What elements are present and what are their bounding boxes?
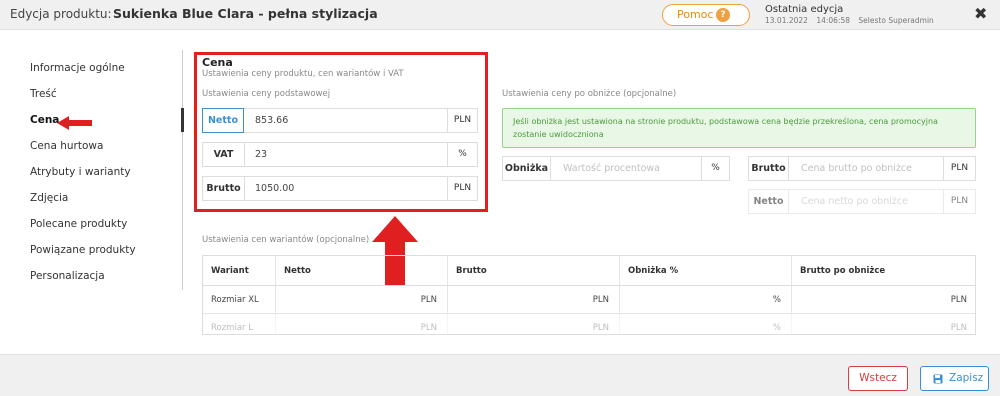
page-footer: Wstecz Zapisz xyxy=(0,354,1000,396)
col-brutto: Brutto xyxy=(447,256,619,285)
sidebar-item-attributes[interactable]: Atrybuty i warianty xyxy=(30,166,131,178)
col-discount: Obniżka % xyxy=(619,256,791,285)
discount-brutto-input[interactable]: Cena brutto po obniżce xyxy=(801,157,912,180)
variant-name: Rozmiar XL xyxy=(211,295,259,305)
sidebar-item-photos[interactable]: Zdjęcia xyxy=(30,192,68,204)
variant-netto-input[interactable]: PLN xyxy=(275,286,447,313)
variants-table-header: Wariant Netto Brutto Obniżka % Brutto po… xyxy=(203,256,975,286)
variant-discount-input[interactable]: % xyxy=(619,314,791,334)
table-row: Rozmiar L PLN PLN % PLN xyxy=(203,314,975,334)
discount-percent-unit: % xyxy=(701,157,729,180)
last-edit-time: 14:06:58 xyxy=(816,16,851,25)
discount-percent-field[interactable]: Obniżka Wartość procentowa % xyxy=(502,156,730,181)
save-label: Zapisz xyxy=(949,372,984,384)
save-button[interactable]: Zapisz xyxy=(920,366,989,391)
sidebar-item-general[interactable]: Informacje ogólne xyxy=(30,62,125,74)
sidebar-item-wholesale-price[interactable]: Cena hurtowa xyxy=(30,140,103,152)
sidebar-active-indicator xyxy=(181,108,184,132)
sidebar-divider xyxy=(182,50,183,290)
discount-percent-label: Obniżka xyxy=(503,157,551,180)
sidebar-item-recommended[interactable]: Polecane produkty xyxy=(30,218,127,230)
col-brutto-discount: Brutto po obniżce xyxy=(791,256,975,285)
discount-netto-field[interactable]: Netto Cena netto po obniżce PLN xyxy=(748,189,976,214)
discount-netto-unit: PLN xyxy=(943,190,975,213)
floppy-disk-icon xyxy=(933,374,943,384)
last-edit-date: 13.01.2022 xyxy=(765,16,808,25)
variant-name: Rozmiar L xyxy=(211,323,253,333)
variants-table: Wariant Netto Brutto Obniżka % Brutto po… xyxy=(202,255,976,335)
variant-brutto-discount-input[interactable]: PLN xyxy=(791,314,975,334)
back-button[interactable]: Wstecz xyxy=(848,366,908,391)
col-variant: Wariant xyxy=(211,266,249,276)
discount-brutto-unit: PLN xyxy=(943,157,975,180)
col-netto: Netto xyxy=(275,256,447,285)
variant-brutto-input[interactable]: PLN xyxy=(447,314,619,334)
discount-info-alert: Jeśli obniżka jest ustawiona na stronie … xyxy=(502,108,976,148)
help-label: Pomoc xyxy=(677,8,714,21)
last-edit-title: Ostatnia edycja xyxy=(765,4,844,15)
discount-netto-input[interactable]: Cena netto po obniżce xyxy=(801,190,908,213)
help-button[interactable]: Pomoc ? xyxy=(662,4,750,26)
question-icon: ? xyxy=(716,8,730,22)
sidebar-item-price[interactable]: Cena xyxy=(30,114,59,126)
variant-brutto-input[interactable]: PLN xyxy=(447,286,619,313)
header-label: Edycja produktu: xyxy=(10,7,112,21)
variant-discount-input[interactable]: % xyxy=(619,286,791,313)
variant-brutto-discount-input[interactable]: PLN xyxy=(791,286,975,313)
product-title: Sukienka Blue Clara - pełna stylizacja xyxy=(113,6,378,21)
variants-section-label: Ustawienia cen wariantów (opcjonalne) xyxy=(202,235,370,245)
discount-section-label: Ustawienia ceny po obniżce (opcjonalne) xyxy=(502,89,677,99)
page-header: Edycja produktu: Sukienka Blue Clara - p… xyxy=(0,0,1000,30)
table-row: Rozmiar XL PLN PLN % PLN xyxy=(203,286,975,314)
discount-percent-input[interactable]: Wartość procentowa xyxy=(563,157,660,180)
close-icon[interactable]: ✖ xyxy=(974,4,987,23)
sidebar-item-related[interactable]: Powiązane produkty xyxy=(30,244,136,256)
discount-info-text: Jeśli obniżka jest ustawiona na stronie … xyxy=(513,117,938,139)
sidebar-item-personalization[interactable]: Personalizacja xyxy=(30,270,105,282)
discount-brutto-field[interactable]: Brutto Cena brutto po obniżce PLN xyxy=(748,156,976,181)
discount-brutto-label: Brutto xyxy=(749,157,789,180)
discount-netto-label: Netto xyxy=(749,190,789,213)
last-edit-user: Selesto Superadmin xyxy=(858,16,934,25)
last-edit-info: 13.01.2022 14:06:58 Selesto Superadmin xyxy=(765,16,940,25)
variant-netto-input[interactable]: PLN xyxy=(275,314,447,334)
highlight-box xyxy=(194,52,488,212)
sidebar-item-content[interactable]: Treść xyxy=(30,88,57,100)
red-arrow-left-icon xyxy=(57,116,92,130)
